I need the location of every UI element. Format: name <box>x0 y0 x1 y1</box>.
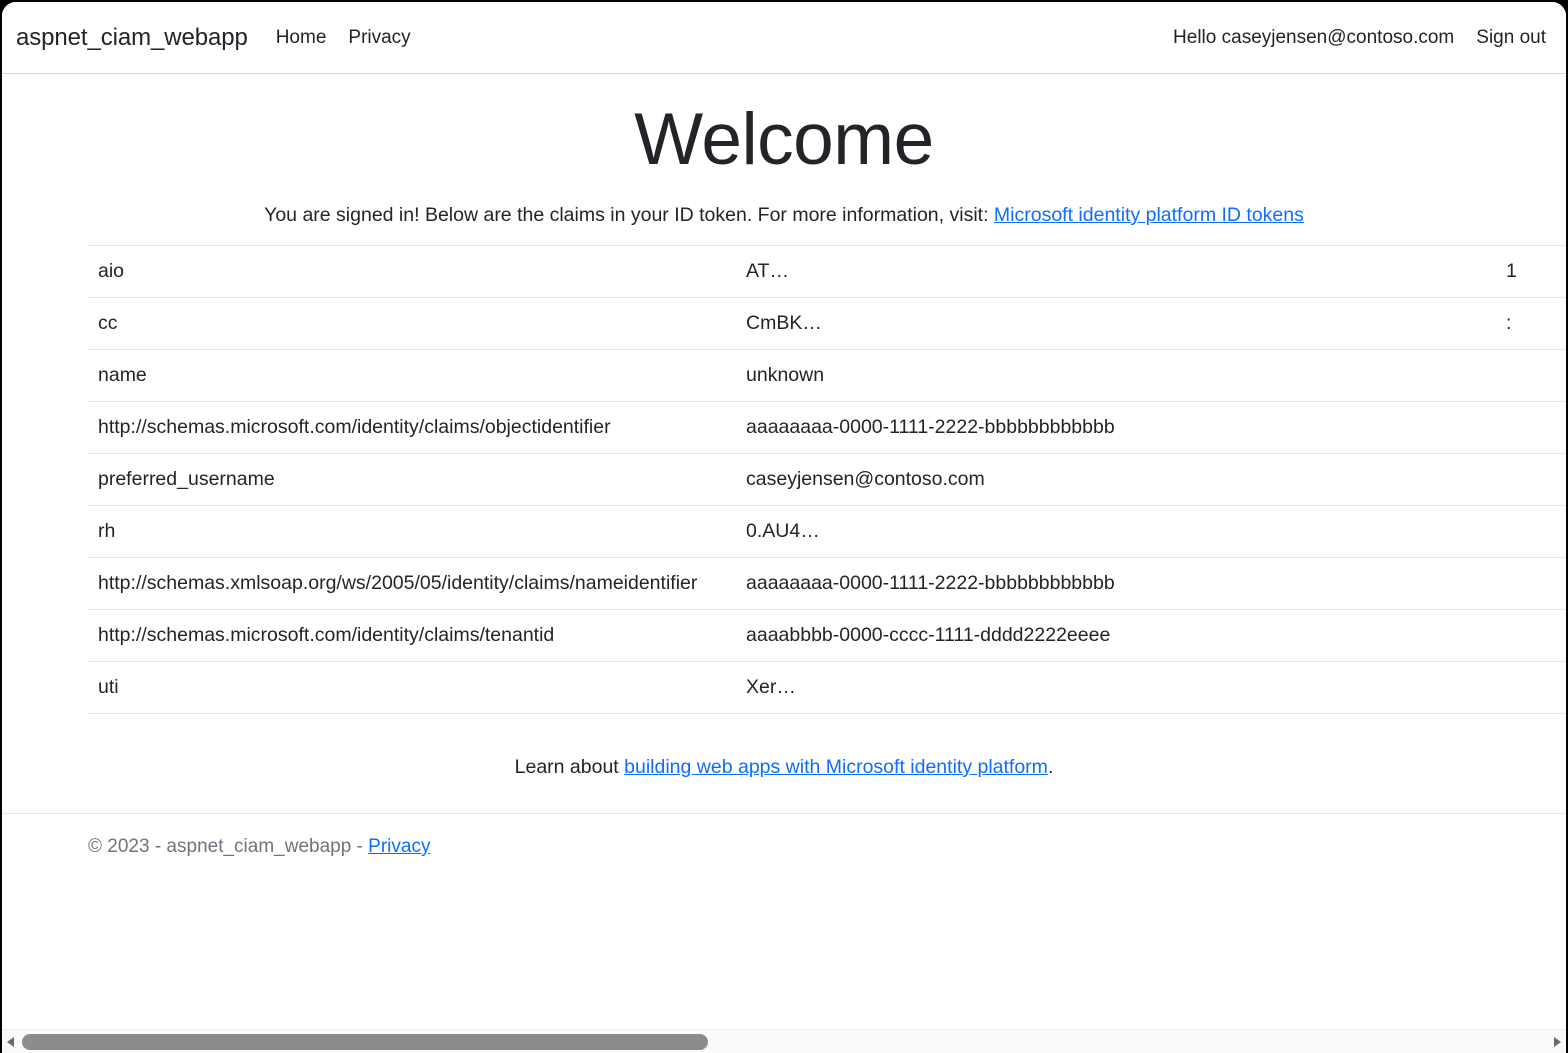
claim-value-cell: aaaaaaaa-0000-1111-2222-bbbbbbbbbbbb <box>736 401 1496 453</box>
claim-key-cell: uti <box>88 661 736 713</box>
truncation-ellipsis: … <box>802 312 823 334</box>
claim-overflow-cell <box>1496 349 1566 401</box>
chevron-right-icon <box>1554 1037 1561 1047</box>
scrollbar-thumb[interactable] <box>22 1034 708 1050</box>
claim-value-text: CmBK <box>746 312 802 334</box>
table-row: utiXer… <box>88 661 1566 713</box>
claim-overflow-cell <box>1496 401 1566 453</box>
navbar-greeting[interactable]: Hello caseyjensen@contoso.com <box>1173 27 1454 49</box>
claim-key-cell: cc <box>88 297 736 349</box>
navbar: aspnet_ciam_webapp Home Privacy Hello ca… <box>2 2 1566 74</box>
scroll-right-arrow-icon[interactable] <box>1549 1030 1566 1053</box>
claim-overflow-cell <box>1496 609 1566 661</box>
claim-value-text: caseyjensen@contoso.com <box>746 468 985 490</box>
claim-value-text: AT <box>746 260 769 282</box>
lead-paragraph: You are signed in! Below are the claims … <box>2 182 1566 227</box>
build-web-apps-link[interactable]: building web apps with Microsoft identit… <box>624 756 1048 778</box>
claim-value-cell: aaaabbbb-0000-cccc-1111-dddd2222eeee <box>736 609 1496 661</box>
claim-value-cell: unknown <box>736 349 1496 401</box>
horizontal-scrollbar[interactable] <box>2 1029 1566 1053</box>
page-viewport: aspnet_ciam_webapp Home Privacy Hello ca… <box>2 2 1566 1029</box>
learn-about-prefix: Learn about <box>515 756 625 778</box>
claim-value-text: 0.AU4 <box>746 520 800 542</box>
navbar-brand[interactable]: aspnet_ciam_webapp <box>16 24 248 52</box>
claim-value-text: aaaabbbb-0000-cccc-1111-dddd2222eeee <box>746 624 1110 646</box>
table-row: aioAT…1 <box>88 245 1566 297</box>
learn-about-paragraph: Learn about building web apps with Micro… <box>2 714 1566 813</box>
claims-table: aioAT…1ccCmBK…:nameunknownhttp://schemas… <box>88 245 1566 714</box>
claims-table-body: aioAT…1ccCmBK…:nameunknownhttp://schemas… <box>88 245 1566 713</box>
navbar-right-group: Hello caseyjensen@contoso.com Sign out <box>1173 27 1546 49</box>
truncation-ellipsis: … <box>800 520 821 542</box>
claim-key-cell: name <box>88 349 736 401</box>
browser-window-surface: aspnet_ciam_webapp Home Privacy Hello ca… <box>2 2 1566 1053</box>
claim-key-cell: http://schemas.xmlsoap.org/ws/2005/05/id… <box>88 557 736 609</box>
claim-value-cell: AT… <box>736 245 1496 297</box>
lead-text: You are signed in! Below are the claims … <box>264 204 988 226</box>
browser-window-frame: aspnet_ciam_webapp Home Privacy Hello ca… <box>0 0 1568 1053</box>
claim-value-text: unknown <box>746 364 824 386</box>
table-row: name unknown <box>88 349 1566 401</box>
claim-key-cell: http://schemas.microsoft.com/identity/cl… <box>88 401 736 453</box>
claim-value-cell: caseyjensen@contoso.com <box>736 453 1496 505</box>
claim-key-cell: preferred_username <box>88 453 736 505</box>
main-content: Welcome You are signed in! Below are the… <box>2 74 1566 813</box>
truncation-ellipsis: … <box>769 260 790 282</box>
claim-key-cell: aio <box>88 245 736 297</box>
scroll-left-arrow-icon[interactable] <box>2 1030 19 1053</box>
claim-value-text: Xer <box>746 676 776 698</box>
claim-overflow-cell: : <box>1496 297 1566 349</box>
sign-out-link[interactable]: Sign out <box>1476 27 1546 49</box>
claim-value-cell: aaaaaaaa-0000-1111-2222-bbbbbbbbbbbb <box>736 557 1496 609</box>
nav-link-privacy[interactable]: Privacy <box>348 27 410 49</box>
claim-value-cell: CmBK… <box>736 297 1496 349</box>
truncation-ellipsis: … <box>776 676 797 698</box>
claim-key-cell: rh <box>88 505 736 557</box>
table-row: preferred_username caseyjensen@contoso.co… <box>88 453 1566 505</box>
claim-overflow-cell <box>1496 453 1566 505</box>
learn-about-suffix: . <box>1048 756 1053 778</box>
nav-link-home[interactable]: Home <box>276 27 327 49</box>
claim-overflow-cell <box>1496 661 1566 713</box>
claim-overflow-cell <box>1496 505 1566 557</box>
claim-key-cell: http://schemas.microsoft.com/identity/cl… <box>88 609 736 661</box>
claim-value-text: aaaaaaaa-0000-1111-2222-bbbbbbbbbbbb <box>746 572 1115 594</box>
claim-value-text: aaaaaaaa-0000-1111-2222-bbbbbbbbbbbb <box>746 416 1115 438</box>
page-title: Welcome <box>2 74 1566 182</box>
scrollbar-track[interactable] <box>19 1030 1549 1053</box>
chevron-left-icon <box>7 1037 14 1047</box>
footer-privacy-link[interactable]: Privacy <box>368 836 430 857</box>
table-row: http://schemas.microsoft.com/identity/cl… <box>88 401 1566 453</box>
id-tokens-doc-link[interactable]: Microsoft identity platform ID tokens <box>994 204 1304 226</box>
claim-overflow-cell <box>1496 557 1566 609</box>
table-row: http://schemas.microsoft.com/identity/cl… <box>88 609 1566 661</box>
claims-table-container: aioAT…1ccCmBK…:nameunknownhttp://schemas… <box>2 245 1566 714</box>
table-row: http://schemas.xmlsoap.org/ws/2005/05/id… <box>88 557 1566 609</box>
claim-overflow-cell: 1 <box>1496 245 1566 297</box>
page-footer: © 2023 - aspnet_ciam_webapp - Privacy <box>2 813 1566 858</box>
claim-value-cell: Xer… <box>736 661 1496 713</box>
table-row: ccCmBK…: <box>88 297 1566 349</box>
table-row: rh0.AU4… <box>88 505 1566 557</box>
claim-value-cell: 0.AU4… <box>736 505 1496 557</box>
footer-copyright: © 2023 - aspnet_ciam_webapp - <box>88 836 368 857</box>
